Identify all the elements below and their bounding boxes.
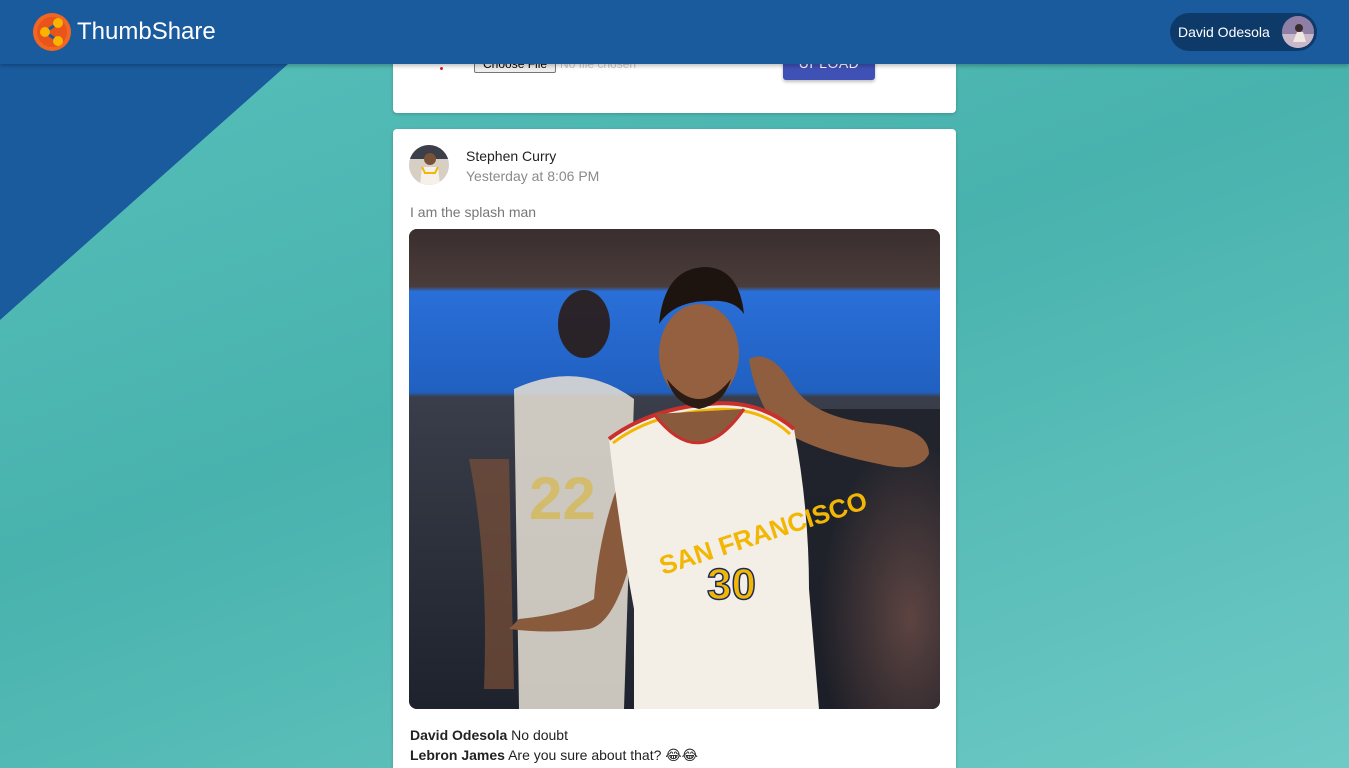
post-author-avatar[interactable]	[409, 145, 449, 185]
comment-text: Are you sure about that?	[508, 747, 662, 763]
app-name: ThumbShare	[77, 18, 216, 45]
comment-item: David Odesola No doubt	[410, 727, 568, 743]
comment-emojis: 😂😂	[665, 748, 698, 764]
required-indicator	[440, 67, 443, 70]
navbar: ThumbShare David Odesola	[0, 0, 1349, 64]
svg-text:30: 30	[707, 560, 756, 609]
basketball-player-photo: 22 SAN FRANCISCO 30	[409, 229, 940, 709]
post-author-name[interactable]: Stephen Curry	[466, 148, 556, 164]
comment-item: Lebron James Are you sure about that? 😂😂	[410, 747, 698, 764]
thumbshare-logo-icon	[33, 13, 71, 51]
comment-author[interactable]: David Odesola	[410, 727, 507, 743]
comment-text: No doubt	[511, 727, 568, 743]
post-image[interactable]: 22 SAN FRANCISCO 30	[409, 229, 940, 709]
svg-text:22: 22	[529, 465, 596, 532]
user-menu[interactable]: David Odesola	[1170, 13, 1317, 51]
avatar-image	[1282, 16, 1314, 48]
author-avatar-image	[409, 145, 449, 185]
post-card: Stephen Curry Yesterday at 8:06 PM I am …	[393, 129, 956, 768]
comment-author[interactable]: Lebron James	[410, 747, 505, 763]
post-caption: I am the splash man	[410, 204, 537, 220]
user-avatar[interactable]	[1282, 16, 1314, 48]
user-name: David Odesola	[1178, 24, 1270, 40]
brand-link[interactable]: ThumbShare	[32, 12, 216, 52]
post-timestamp: Yesterday at 8:06 PM	[466, 168, 600, 184]
